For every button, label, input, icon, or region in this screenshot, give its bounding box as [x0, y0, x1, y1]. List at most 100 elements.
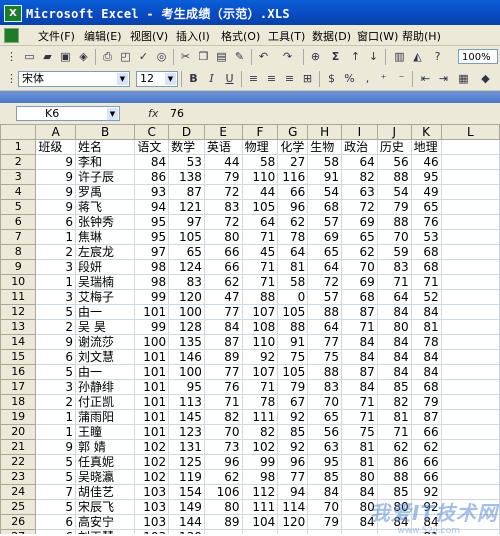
decrease-decimal-icon[interactable]: ⁻: [394, 71, 409, 86]
cell[interactable]: 任真妮: [74, 454, 136, 470]
cell[interactable]: 96: [277, 199, 309, 215]
cell[interactable]: 84: [307, 484, 343, 500]
cell[interactable]: [440, 199, 500, 215]
cell[interactable]: 77: [307, 334, 343, 350]
cell[interactable]: [203, 529, 243, 534]
cell[interactable]: 83: [203, 199, 243, 215]
cell[interactable]: [440, 409, 500, 425]
cell[interactable]: 82: [241, 424, 279, 440]
cell[interactable]: 131: [168, 439, 205, 455]
cell[interactable]: 49: [410, 184, 442, 200]
cell[interactable]: 91: [307, 169, 343, 185]
cell[interactable]: 135: [168, 334, 205, 350]
worksheet-grid[interactable]: ABCDEFGHIJKL 1 班级 姓名 语文 数学 英语 物理 化学 生物 政治 历史 地理 2 9 李和…: [0, 124, 500, 534]
cell[interactable]: 84: [376, 304, 412, 320]
column-header-c[interactable]: C: [134, 124, 170, 140]
sort-ascending-icon[interactable]: ↑: [348, 49, 363, 64]
cell[interactable]: 56: [307, 424, 343, 440]
cell[interactable]: 张钟秀: [74, 214, 136, 230]
cell[interactable]: 101: [134, 409, 170, 425]
cell[interactable]: 85: [376, 379, 412, 395]
cell[interactable]: 73: [203, 439, 243, 455]
menu-window[interactable]: 窗口(W): [357, 28, 398, 44]
cell[interactable]: 96: [203, 454, 243, 470]
cell[interactable]: 107: [241, 304, 279, 320]
cell[interactable]: 125: [168, 454, 205, 470]
hyperlink-icon[interactable]: ⊕: [308, 49, 323, 64]
cell[interactable]: 5: [35, 304, 76, 320]
cell[interactable]: 9: [35, 334, 76, 350]
cell[interactable]: 82: [203, 409, 243, 425]
cell[interactable]: 101: [134, 394, 170, 410]
cell[interactable]: 88: [307, 364, 343, 380]
cell[interactable]: 71: [341, 319, 378, 335]
cell[interactable]: 64: [307, 259, 343, 275]
underline-button[interactable]: U: [222, 71, 237, 86]
research-icon[interactable]: ◎: [154, 49, 169, 64]
cell[interactable]: [440, 334, 500, 350]
cell[interactable]: 87: [203, 334, 243, 350]
row-header[interactable]: 26: [0, 514, 37, 530]
cell[interactable]: 吴晓瀛: [74, 469, 136, 485]
cell[interactable]: [440, 184, 500, 200]
fill-color-icon[interactable]: ◆: [478, 71, 493, 86]
cell[interactable]: 72: [341, 199, 378, 215]
cell[interactable]: 66: [277, 184, 309, 200]
cell[interactable]: 72: [307, 274, 343, 290]
cell[interactable]: 96: [277, 454, 309, 470]
cell[interactable]: 86: [376, 454, 412, 470]
row-header[interactable]: 7: [0, 229, 37, 245]
cell[interactable]: 81: [277, 259, 309, 275]
row-header[interactable]: 4: [0, 184, 37, 200]
cell[interactable]: 胡佳艺: [74, 484, 136, 500]
cell[interactable]: 53: [168, 154, 205, 170]
open-folder-icon[interactable]: ▰: [40, 49, 55, 64]
cell[interactable]: 116: [277, 169, 309, 185]
cell[interactable]: [440, 304, 500, 320]
cell[interactable]: [440, 244, 500, 260]
cell[interactable]: [440, 154, 500, 170]
cell[interactable]: 81: [410, 319, 442, 335]
help-icon[interactable]: ?: [430, 49, 445, 64]
cell[interactable]: 99: [134, 289, 170, 305]
cell[interactable]: 1: [35, 409, 76, 425]
cell[interactable]: 由一: [74, 364, 136, 380]
cell[interactable]: [440, 439, 500, 455]
cell[interactable]: 86: [134, 169, 170, 185]
cell[interactable]: 64: [241, 214, 279, 230]
cell[interactable]: 9: [35, 439, 76, 455]
cell[interactable]: 110: [241, 334, 279, 350]
cell[interactable]: 65: [410, 199, 442, 215]
cell[interactable]: 121: [168, 199, 205, 215]
cell[interactable]: 71: [341, 409, 378, 425]
cell[interactable]: 刘文慧: [74, 349, 136, 365]
cell[interactable]: [307, 529, 343, 534]
cell[interactable]: [440, 394, 500, 410]
font-size-select[interactable]: 12 ▼: [136, 71, 178, 87]
cell[interactable]: 87: [410, 409, 442, 425]
cell[interactable]: 77: [277, 469, 309, 485]
cell[interactable]: 105: [277, 364, 309, 380]
cell[interactable]: 110: [241, 169, 279, 185]
cell[interactable]: 62: [203, 469, 243, 485]
cell[interactable]: 53: [410, 229, 442, 245]
cell[interactable]: 70: [307, 499, 343, 515]
cell[interactable]: 154: [168, 484, 205, 500]
cell[interactable]: 101: [134, 304, 170, 320]
align-center-icon[interactable]: ≡: [264, 71, 279, 86]
cell[interactable]: 27: [277, 154, 309, 170]
cell[interactable]: 65: [307, 409, 343, 425]
format-painter-icon[interactable]: ✎: [232, 49, 247, 64]
cell[interactable]: 44: [203, 154, 243, 170]
cell[interactable]: 97: [168, 214, 205, 230]
cell[interactable]: 102: [241, 439, 279, 455]
cell[interactable]: 100: [168, 364, 205, 380]
cell[interactable]: 罗禹: [74, 184, 136, 200]
row-header[interactable]: 2: [0, 154, 37, 170]
menu-format[interactable]: 格式(O): [221, 28, 260, 44]
cell[interactable]: 左宸龙: [74, 244, 136, 260]
cell[interactable]: 54: [376, 184, 412, 200]
cell[interactable]: 80: [203, 229, 243, 245]
cut-icon[interactable]: ✂: [178, 49, 193, 64]
cell[interactable]: 72: [203, 214, 243, 230]
